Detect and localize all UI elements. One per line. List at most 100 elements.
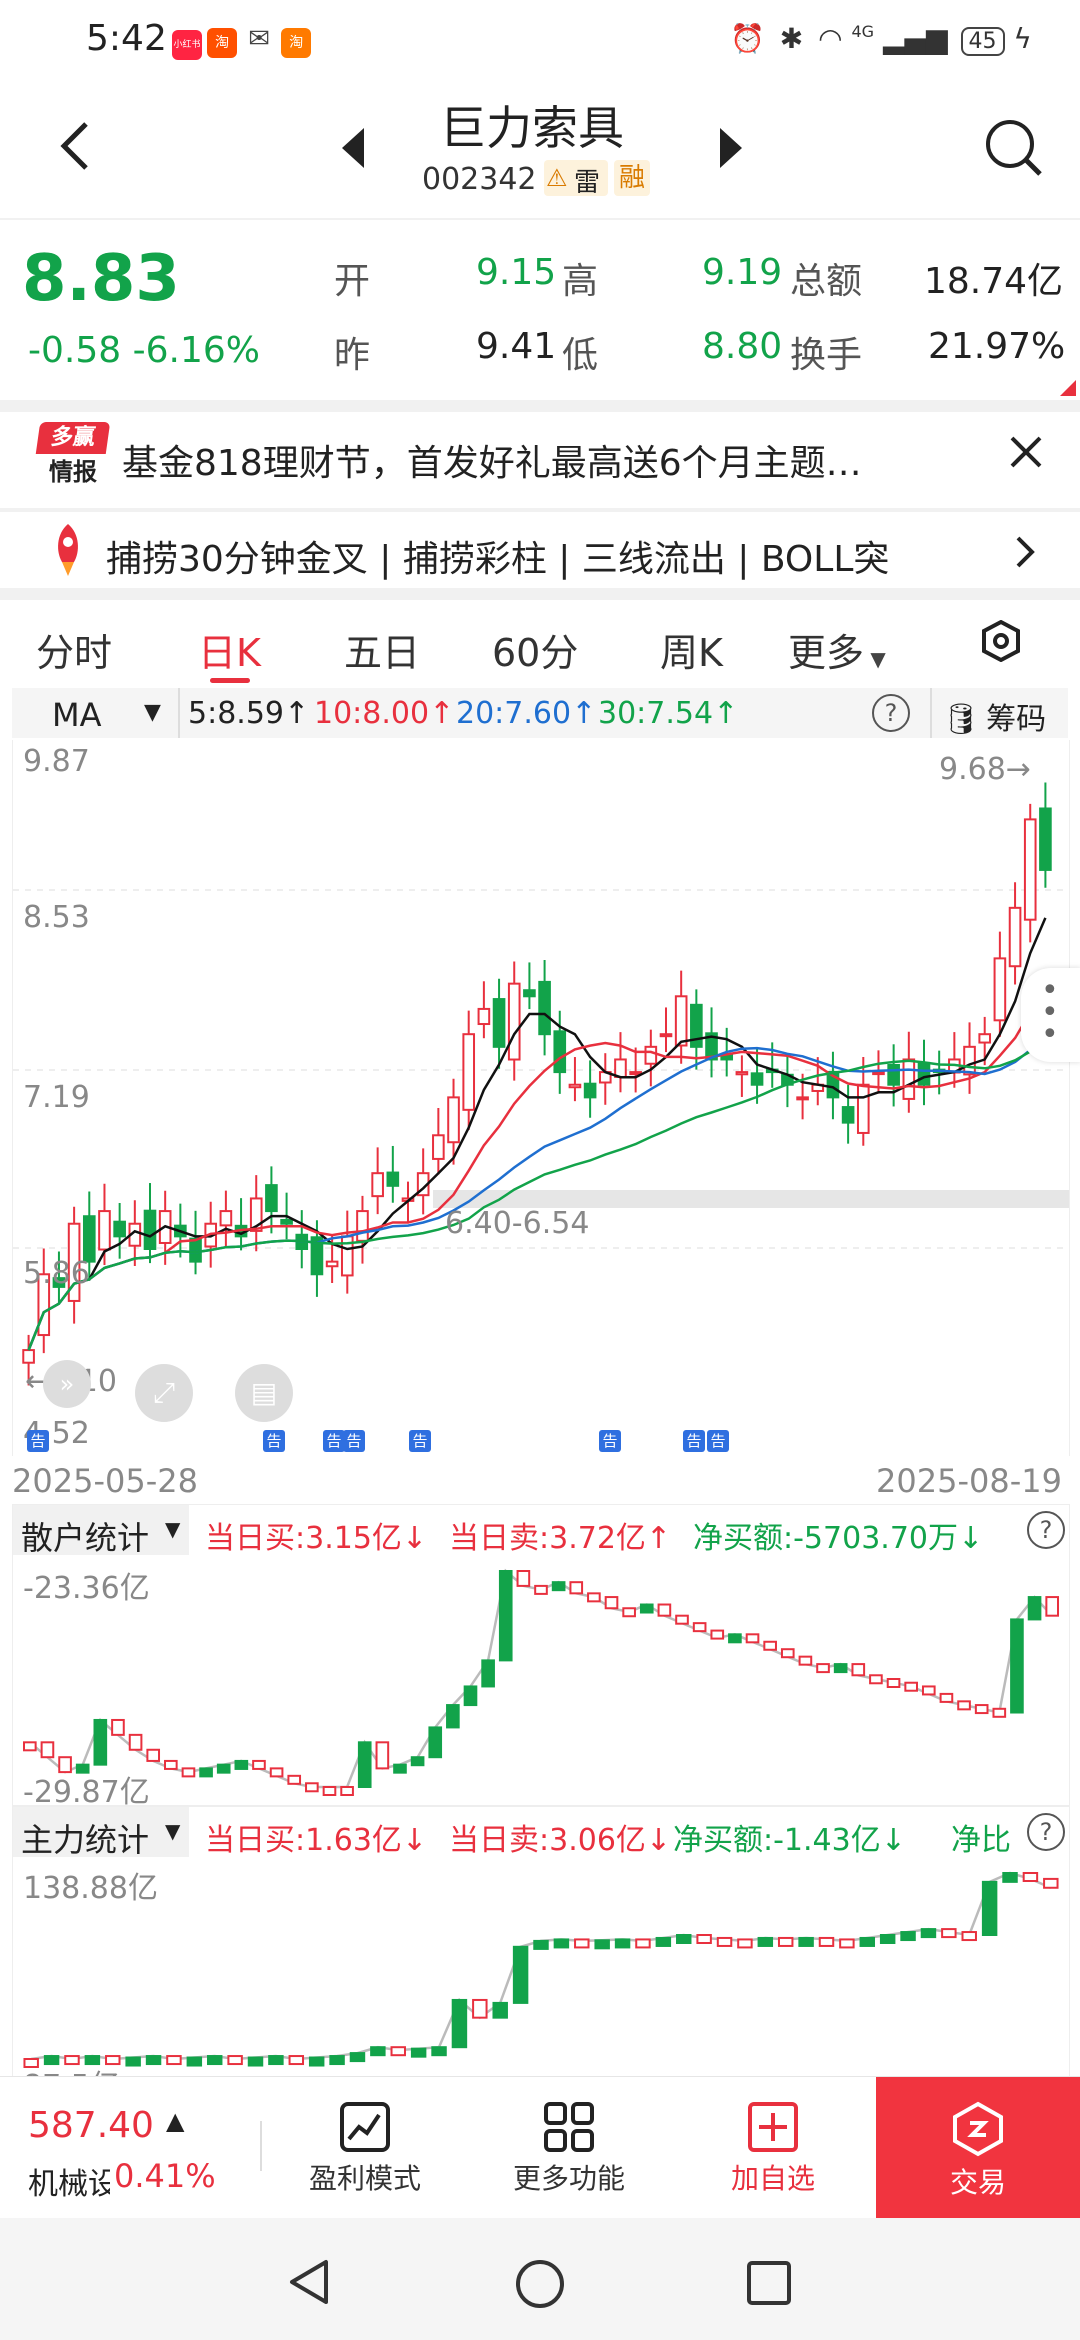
chips-button[interactable]: 🛢 筹码 xyxy=(942,694,1046,738)
stat-box xyxy=(145,2055,162,2066)
stat-box xyxy=(777,1936,794,1947)
index-value: 587.40 xyxy=(28,2105,154,2146)
caret-down-icon[interactable]: ▼ xyxy=(144,700,161,725)
wifi-icon: ◠ xyxy=(818,22,843,55)
margin-tag[interactable]: 融 xyxy=(614,160,650,196)
stat-box xyxy=(859,1936,876,1947)
back-button[interactable] xyxy=(56,116,96,180)
main-force-extra: 净比 xyxy=(951,1823,1011,1857)
tab-more[interactable]: 更多 ▼ xyxy=(788,622,886,677)
stat-box xyxy=(851,1663,866,1677)
stat-box xyxy=(553,1938,570,1949)
candle-body xyxy=(750,1072,764,1086)
stat-box xyxy=(252,1759,266,1770)
change-abs: -0.58 xyxy=(28,330,122,371)
ticker-more-button[interactable] xyxy=(1014,534,1038,574)
prev-stock-button[interactable] xyxy=(340,126,368,174)
tab-weekly-k[interactable]: 周K xyxy=(660,622,723,677)
risk-tag[interactable]: ⚠ 雷 xyxy=(544,160,608,198)
nav-home-button[interactable] xyxy=(514,2258,566,2310)
stat-box xyxy=(40,1741,55,1759)
fullscreen-button[interactable]: ⤢ xyxy=(135,1364,193,1422)
rocket-icon xyxy=(48,522,88,582)
candle-body xyxy=(82,1215,96,1263)
stat-box xyxy=(728,1633,742,1644)
stat-box xyxy=(481,1659,495,1688)
chart-icon xyxy=(340,2102,390,2152)
help-icon[interactable]: ? xyxy=(1027,1511,1065,1549)
candle-body xyxy=(371,1172,384,1198)
stat-box xyxy=(146,1748,161,1762)
stat-box xyxy=(614,1938,631,1949)
period-tabs: 分时 日K 五日 60分 周K 更多 ▼ xyxy=(0,600,1080,686)
trade-button[interactable]: 交易 xyxy=(876,2077,1080,2219)
stat-box xyxy=(941,1928,957,1939)
ma-selector[interactable]: MA xyxy=(52,696,102,734)
nav-back-button[interactable] xyxy=(286,2258,334,2306)
notice-tag[interactable]: 告 xyxy=(599,1430,621,1452)
taobao-icon: 淘 xyxy=(207,28,238,58)
settings-icon xyxy=(982,619,1020,663)
notice-tag[interactable]: 告 xyxy=(27,1430,49,1452)
tab-intraday[interactable]: 分时 xyxy=(36,622,112,677)
promo-banner[interactable]: 多赢 情报 基金818理财节，首发好礼最高送6个月主题… xyxy=(0,412,1080,508)
close-icon xyxy=(1010,436,1042,468)
retail-selector[interactable]: 散户统计 ▼ xyxy=(13,1505,189,1555)
sector-index[interactable]: 587.40 ▲ 机械设 0.41% xyxy=(0,2077,250,2219)
next-stock-button[interactable] xyxy=(716,126,744,174)
current-price: 8.83 xyxy=(22,242,180,316)
draw-tool-button[interactable]: ▤ xyxy=(235,1364,293,1422)
high-label: 高 xyxy=(562,261,599,302)
stat-box xyxy=(22,1741,37,1752)
more-functions-button[interactable]: 更多功能 xyxy=(494,2077,644,2219)
stat-box xyxy=(574,1938,590,1949)
main-force-selector[interactable]: 主力统计 ▼ xyxy=(13,1807,189,1857)
candle-body xyxy=(659,1033,673,1038)
ma-label: MA xyxy=(52,696,102,734)
nav-recents-button[interactable] xyxy=(746,2260,792,2306)
replay-button[interactable]: » xyxy=(43,1360,91,1408)
candle-body xyxy=(98,1210,111,1251)
candle-body xyxy=(462,1033,476,1111)
notice-tag[interactable]: 告 xyxy=(409,1430,431,1452)
index-name: 机械设 xyxy=(28,2167,110,2202)
notice-tag[interactable]: 告 xyxy=(343,1430,365,1452)
search-button[interactable] xyxy=(984,118,1044,182)
add-watchlist-button[interactable]: 加自选 xyxy=(698,2077,848,2219)
side-menu-handle[interactable]: • • • xyxy=(1021,968,1080,1062)
close-banner-button[interactable] xyxy=(1006,432,1046,476)
help-icon[interactable]: ? xyxy=(1027,1813,1065,1851)
candle-body xyxy=(447,1096,460,1144)
candle-body xyxy=(841,1106,855,1124)
stat-box xyxy=(961,1931,977,1942)
retail-sell: 当日卖:3.72亿↑ xyxy=(449,1521,672,1555)
tab-60min[interactable]: 60分 xyxy=(492,622,578,677)
open-value: 9.15 xyxy=(476,252,557,293)
stat-box xyxy=(322,1786,337,1796)
stat-box xyxy=(431,2046,447,2057)
divider xyxy=(0,400,1080,412)
notice-tag[interactable]: 告 xyxy=(707,1430,729,1452)
grid-icon: ▤ xyxy=(250,1376,278,1409)
notice-tag[interactable]: 告 xyxy=(323,1430,345,1452)
expand-corner-icon[interactable] xyxy=(1060,380,1076,396)
signal-ticker[interactable]: 捕捞30分钟金叉 | 捕捞彩柱 | 三线流出 | BOLL突 xyxy=(0,512,1080,588)
bluetooth-icon: ✱ xyxy=(779,22,804,55)
chevron-right-icon xyxy=(1016,536,1035,568)
notice-tag[interactable]: 告 xyxy=(263,1430,285,1452)
candle-body xyxy=(568,1083,582,1089)
candle-body xyxy=(553,1030,567,1074)
tab-daily-k[interactable]: 日K xyxy=(198,622,261,677)
profit-mode-button[interactable]: 盈利模式 xyxy=(290,2077,440,2219)
help-icon[interactable]: ? xyxy=(872,694,910,732)
kline-chart[interactable]: 9.87 8.53 7.19 5.86 4.52 9.68→ ←5.10 6.4… xyxy=(12,740,1080,1456)
search-icon xyxy=(986,120,1042,176)
chart-settings-button[interactable] xyxy=(980,619,1022,666)
stat-box xyxy=(639,1603,654,1614)
ma-indicator-bar: MA ▼ 5:8.59↑ 10:8.00↑ 20:7.60↑ 30:7.54↑ … xyxy=(12,688,1068,738)
add-watchlist-label: 加自选 xyxy=(730,2162,815,2195)
notice-tag[interactable]: 告 xyxy=(683,1430,705,1452)
tab-five-day[interactable]: 五日 xyxy=(344,622,420,677)
stat-box xyxy=(921,1685,936,1696)
candle-body xyxy=(887,1063,900,1086)
